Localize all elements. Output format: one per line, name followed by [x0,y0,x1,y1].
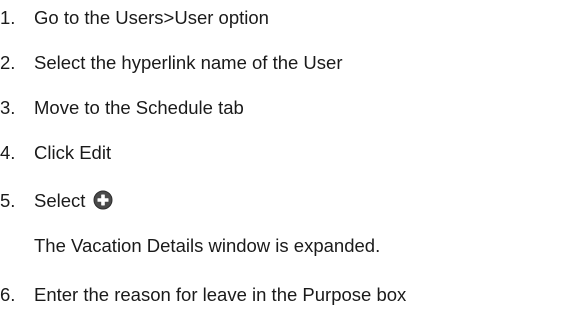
step-text: Enter the reason for leave in the Purpos… [34,284,407,305]
step-text: Select the hyperlink name of the User [34,52,343,73]
step-text: Move to the Schedule tab [34,97,244,118]
step-text: Click Edit [34,142,112,163]
step-5: 5. Select [0,189,113,213]
step-2: 2. Select the hyperlink name of the User [0,51,343,75]
step-5-note: The Vacation Details window is expanded. [34,235,381,256]
step-number: 1. [0,7,16,28]
step-number: 4. [0,142,16,163]
step-3: 3. Move to the Schedule tab [0,96,244,120]
instruction-list: 1. Go to the Users>User option 2. Select t… [0,0,584,324]
step-number: 3. [0,97,16,118]
step-6: 6. Enter the reason for leave in the Purp… [0,283,406,307]
step-4: 4. Click Edit [0,141,111,165]
plus-circle-icon[interactable] [93,190,113,210]
step-number: 6. [0,284,16,305]
step-number: 5. [0,190,16,211]
step-text: Select [34,190,86,211]
step-1: 1. Go to the Users>User option [0,6,269,30]
step-number: 2. [0,52,16,73]
step-text: Go to the Users>User option [34,7,269,28]
